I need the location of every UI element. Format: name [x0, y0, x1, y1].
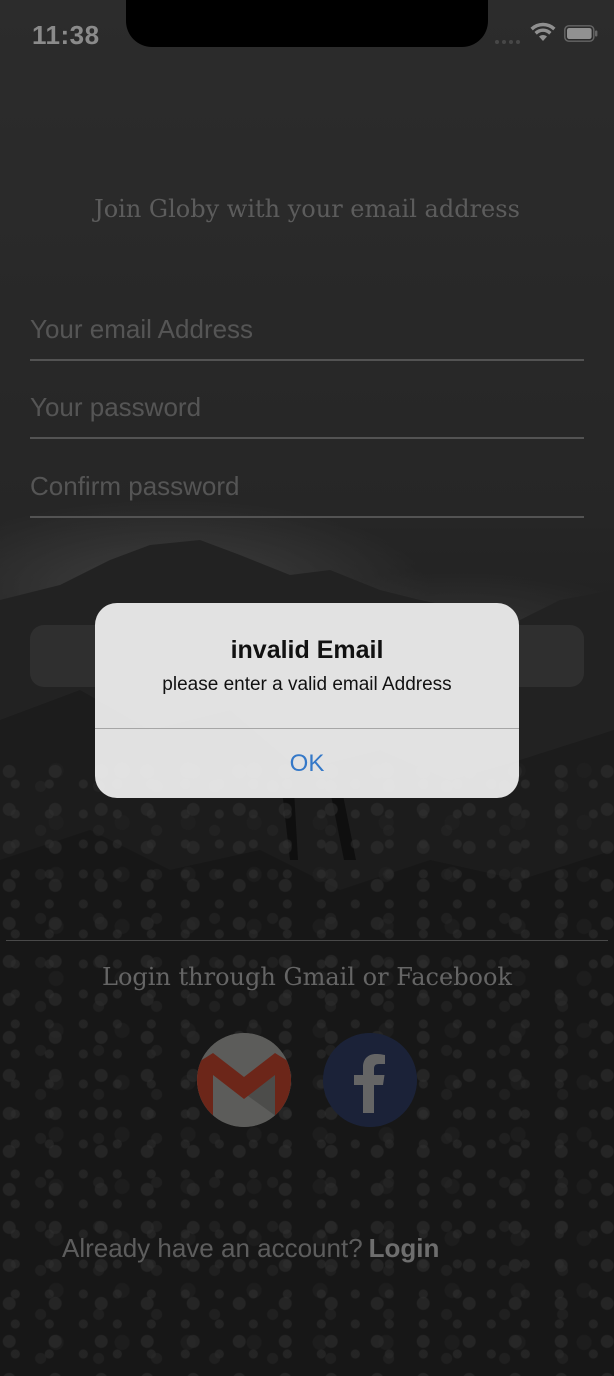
home-indicator — [205, 1360, 409, 1366]
alert-title: invalid Email — [230, 636, 384, 664]
alert-message: please enter a valid email Address — [162, 674, 452, 695]
alert-ok-button[interactable]: OK — [95, 729, 519, 798]
alert-dialog: invalid Email please enter a valid email… — [95, 603, 519, 798]
signup-screen: 11:38 Join Globy with your email address… — [0, 0, 614, 1376]
